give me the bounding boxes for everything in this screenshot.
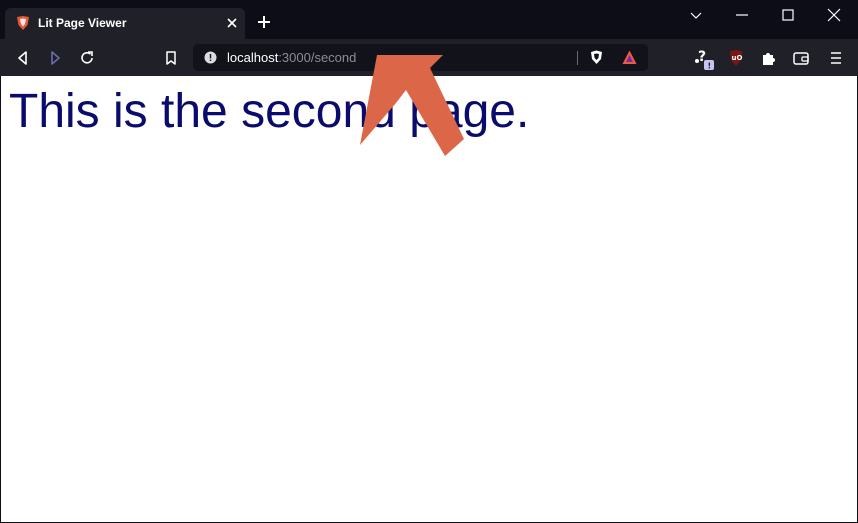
ublock-icon[interactable]: uO	[727, 49, 745, 67]
brave-lion-icon	[17, 16, 29, 30]
tab-strip: Lit Page Viewer	[0, 0, 858, 39]
maximize-icon[interactable]	[781, 8, 795, 22]
close-tab-icon[interactable]	[225, 16, 239, 30]
brave-rewards-icon[interactable]	[621, 49, 638, 66]
tab-title: Lit Page Viewer	[38, 16, 127, 30]
url-text[interactable]: localhost:3000/second	[227, 50, 356, 65]
url-host: localhost	[227, 50, 279, 65]
site-info-icon[interactable]	[204, 51, 217, 64]
address-bar-divider	[577, 51, 578, 65]
browser-window: Lit Page Viewer localhost:3000/second ? …	[0, 0, 858, 523]
svg-text:!: !	[708, 62, 712, 71]
minimize-icon[interactable]	[735, 8, 749, 22]
new-tab-icon[interactable]	[256, 14, 272, 30]
tab-lit-page-viewer[interactable]: Lit Page Viewer	[5, 8, 245, 39]
annotation-arrow-icon	[360, 55, 464, 156]
svg-text:uO: uO	[732, 54, 743, 62]
chevron-down-icon[interactable]	[689, 8, 703, 22]
back-icon[interactable]	[14, 49, 32, 67]
reload-icon[interactable]	[78, 49, 96, 67]
wallet-icon[interactable]	[792, 49, 810, 67]
close-icon[interactable]	[827, 8, 841, 22]
forward-icon[interactable]	[46, 49, 64, 67]
extension-badge-icon[interactable]: ? !	[694, 48, 716, 70]
menu-icon[interactable]	[827, 49, 845, 67]
url-path: :3000/second	[278, 50, 357, 65]
brave-shields-icon[interactable]	[588, 49, 605, 66]
extensions-puzzle-icon[interactable]	[759, 49, 777, 67]
bookmark-icon[interactable]	[162, 49, 180, 67]
